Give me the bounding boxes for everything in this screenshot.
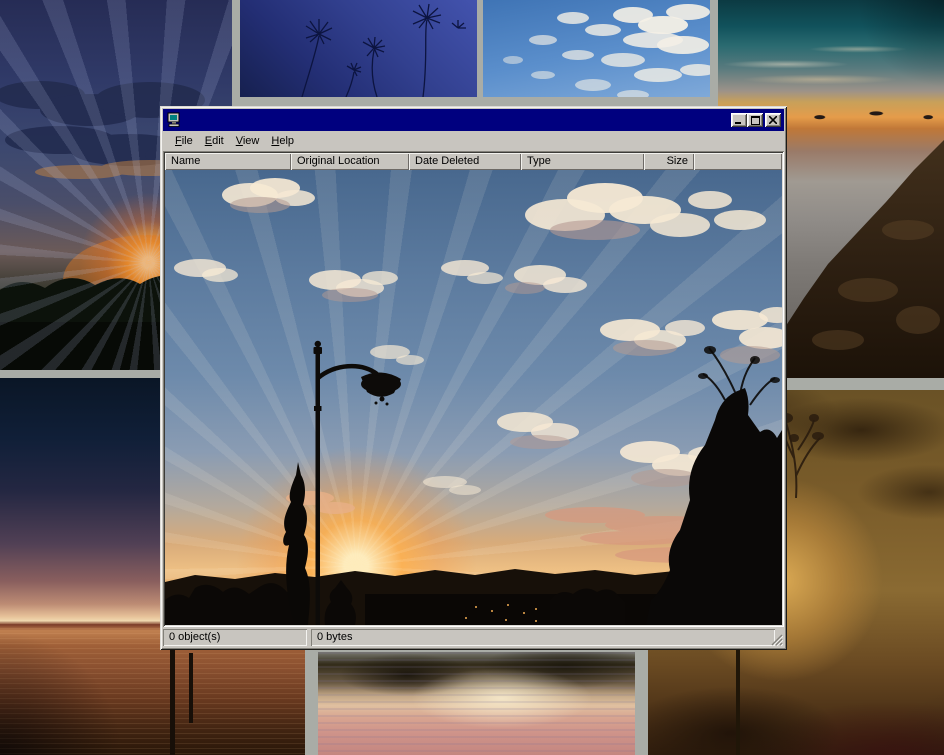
status-bytes-panel: 0 bytes (311, 629, 775, 646)
water-pole (189, 653, 193, 723)
close-icon (769, 116, 777, 124)
status-bar: 0 object(s) 0 bytes (163, 627, 784, 647)
maximize-icon (751, 116, 760, 125)
window-background-photo-lamp-sunset (165, 170, 782, 625)
column-header-size[interactable]: Size (644, 153, 694, 170)
recycle-bin-window: File Edit View Help Name Original Locati… (160, 106, 787, 650)
column-header-name[interactable]: Name (165, 153, 291, 170)
column-header-type[interactable]: Type (521, 153, 644, 170)
menu-help[interactable]: Help (265, 133, 300, 149)
window-titlebar[interactable] (163, 109, 784, 131)
resize-grip[interactable] (770, 633, 783, 646)
menu-view[interactable]: View (230, 133, 266, 149)
cloud-flecks-graphic (483, 0, 710, 97)
wallpaper-photo-plant-silhouettes (240, 0, 477, 97)
reflection-ripples-layer (318, 652, 635, 755)
window-controls (731, 113, 781, 127)
minimize-icon (735, 116, 743, 124)
column-header-date-deleted[interactable]: Date Deleted (409, 153, 521, 170)
column-header-blank[interactable] (694, 153, 782, 170)
desktop: File Edit View Help Name Original Locati… (0, 0, 944, 755)
column-headers: Name Original Location Date Deleted Type… (165, 153, 782, 170)
file-list-view: Name Original Location Date Deleted Type… (163, 151, 784, 627)
menu-bar: File Edit View Help (163, 131, 784, 151)
my-computer-icon[interactable] (166, 112, 182, 128)
minimize-button[interactable] (731, 113, 747, 127)
sunset-silhouettes-graphic (165, 170, 782, 625)
maximize-button[interactable] (747, 113, 763, 127)
file-list-area[interactable] (165, 170, 782, 625)
wallpaper-photo-cloud-flecks (483, 0, 710, 97)
column-header-original-location[interactable]: Original Location (291, 153, 409, 170)
plant-silhouette-graphic (240, 0, 477, 97)
close-button[interactable] (765, 113, 781, 127)
water-pole (170, 645, 175, 755)
menu-edit[interactable]: Edit (199, 133, 230, 149)
menu-file[interactable]: File (169, 133, 199, 149)
wispy-tree-graphic (778, 398, 838, 498)
golden-pole (736, 648, 740, 755)
wallpaper-photo-water-reflection (318, 652, 635, 755)
status-objects-panel: 0 object(s) (163, 629, 307, 646)
